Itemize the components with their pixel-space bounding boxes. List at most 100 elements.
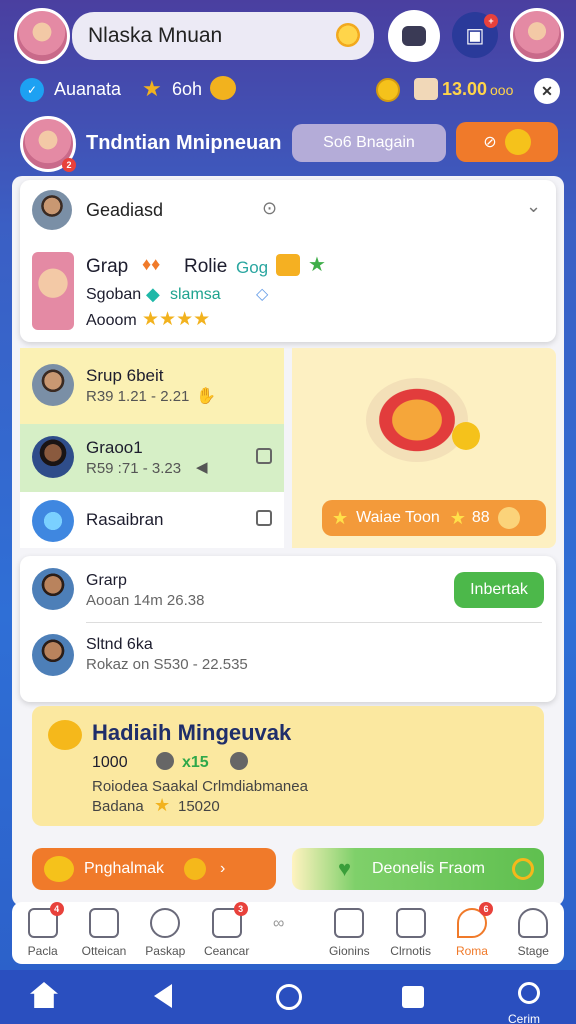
profile-card[interactable]: Geadiasd ⊙ ⌄ Grap ♦♦ Rolie Gog ★ Sgoban … bbox=[20, 180, 556, 342]
emoji-icon bbox=[210, 76, 236, 100]
group-badge: 2 bbox=[62, 158, 76, 172]
list-item-sub: Rokaz on S530 - 22.535 bbox=[86, 656, 248, 673]
treasure-icon bbox=[366, 378, 468, 462]
list-item-avatar bbox=[32, 568, 74, 610]
user-avatar[interactable] bbox=[14, 8, 70, 64]
gift-icon bbox=[414, 78, 438, 100]
gem-icon: ◆ bbox=[146, 284, 160, 304]
invite-button[interactable]: Inbertak bbox=[454, 572, 544, 608]
flag-icon bbox=[334, 908, 365, 938]
list-item[interactable]: Rasaibran bbox=[20, 492, 284, 548]
twitter-icon[interactable]: ✓ bbox=[20, 78, 44, 102]
nav-item[interactable]: Stage bbox=[503, 908, 563, 958]
list-item-title: Srup 6beit bbox=[86, 366, 164, 385]
back-icon[interactable] bbox=[154, 984, 172, 1008]
medal-icon: ★ bbox=[142, 76, 162, 101]
nav-label: Clrnotis bbox=[390, 944, 431, 958]
nav-item[interactable]: Otteican bbox=[74, 908, 134, 958]
calendar-icon: 3 bbox=[211, 902, 248, 938]
info-icon bbox=[230, 752, 248, 770]
chart-icon bbox=[88, 908, 119, 938]
list-item[interactable]: Sltnd 6ka Rokaz on S530 - 22.535 bbox=[20, 626, 556, 686]
reward-line1b: x15 bbox=[182, 754, 209, 771]
promo-button-label: Waiae Toon bbox=[356, 509, 440, 526]
star-icon: ★ bbox=[332, 507, 349, 528]
list-item[interactable]: Grarp Aooan 14m 26.38 Inbertak bbox=[20, 562, 556, 620]
nav-label: Stage bbox=[517, 944, 549, 958]
promo-button[interactable]: ★ Waiae Toon ★ 88 bbox=[322, 500, 546, 536]
friend-avatar[interactable] bbox=[510, 8, 564, 62]
list-item[interactable]: Graoo1 R59 :71 - 3.23 ◀ bbox=[20, 424, 284, 492]
invite-button-label: Inbertak bbox=[470, 581, 528, 598]
nav-label: Paskap bbox=[145, 944, 186, 958]
nav-item[interactable]: ∞ bbox=[258, 915, 318, 951]
nav-item[interactable]: 4 Pacla bbox=[13, 902, 73, 958]
nav-label: Roma bbox=[455, 944, 488, 958]
home-icon: 4 bbox=[27, 902, 64, 938]
bell-icon: ▣ bbox=[465, 24, 485, 47]
list-item[interactable]: Srup 6beit R39 1.21 - 2.21 ✋ bbox=[20, 348, 284, 424]
list-item-sub: R59 :71 - 3.23 bbox=[86, 460, 182, 477]
chevron-down-icon[interactable]: ⌄ bbox=[526, 196, 541, 217]
nav-badge: 3 bbox=[233, 902, 248, 916]
edit-icon[interactable] bbox=[256, 448, 272, 464]
refresh-icon bbox=[512, 858, 534, 880]
home-circle-icon[interactable] bbox=[276, 984, 302, 1010]
recents-icon[interactable] bbox=[402, 986, 424, 1008]
reward-line2: Roiodea Saakal Crlmdiabmanea bbox=[92, 778, 308, 795]
nav-item[interactable]: Paskap bbox=[135, 908, 195, 958]
nav-item-active[interactable]: 6 Roma bbox=[442, 902, 502, 958]
tools-icon bbox=[150, 908, 181, 938]
reward-title: Hadiaih Mingeuvak bbox=[92, 720, 292, 745]
speaker-icon: ◀ bbox=[196, 459, 208, 476]
list-item-title: Sltnd 6ka bbox=[86, 636, 153, 653]
nav-badge: 4 bbox=[49, 902, 64, 916]
coin-suffix: ooo bbox=[490, 82, 514, 98]
nav-label: Otteican bbox=[81, 944, 127, 958]
list-item-title: Grarp bbox=[86, 572, 127, 589]
diamond-icon: ◇ bbox=[256, 286, 269, 303]
hand-icon: ✋ bbox=[196, 388, 216, 405]
card-line1: Grap bbox=[86, 256, 129, 277]
nav-badge: 6 bbox=[478, 902, 493, 916]
name-field[interactable]: Nlaska Mnuan bbox=[72, 12, 374, 60]
close-button[interactable]: ✕ bbox=[534, 78, 560, 104]
list-item-title: Graoo1 bbox=[86, 438, 143, 457]
nav-item[interactable]: 3 Ceancar bbox=[197, 902, 257, 958]
bottom-nav: 4 Pacla Otteican Paskap 3 Ceancar ∞ Gionin… bbox=[12, 902, 564, 964]
orange-action-button[interactable]: ⊘ bbox=[456, 122, 558, 162]
pin-icon: ⊙ bbox=[262, 198, 278, 218]
list-item-sub: R39 1.21 - 2.21 bbox=[86, 388, 190, 405]
coin-icon bbox=[376, 78, 400, 102]
nav-item[interactable]: Clrnotis bbox=[381, 908, 441, 958]
reward-card[interactable]: Hadiaih Mingeuvak 1000 x15 Roiodea Saaka… bbox=[32, 706, 544, 826]
user-nav-label: Cerim bbox=[508, 1012, 540, 1024]
secondary-action-button[interactable]: ♥ Deonelis Fraom bbox=[292, 848, 544, 890]
sparkle-icon: ★ bbox=[308, 254, 326, 276]
reward-line1: 1000 bbox=[92, 754, 128, 771]
user-nav-icon[interactable] bbox=[518, 982, 540, 1004]
list-item-avatar bbox=[32, 634, 74, 676]
coin-stack-icon bbox=[44, 856, 74, 882]
list-item-avatar bbox=[32, 500, 74, 542]
notification-button[interactable]: ▣ + bbox=[452, 12, 498, 58]
cake-icon bbox=[276, 254, 300, 276]
reward-line3b: 15020 bbox=[178, 798, 220, 815]
star-icon: ★ bbox=[449, 507, 466, 528]
badge-icon bbox=[497, 507, 520, 529]
nav-item[interactable]: Gionins bbox=[319, 908, 379, 958]
pin-icon: 6 bbox=[456, 902, 493, 938]
star-icon: ★ bbox=[154, 795, 171, 815]
group-action-button[interactable]: So6 Bnagain bbox=[292, 124, 446, 162]
nav-label: Pacla bbox=[27, 944, 58, 958]
card-line2b: slamsa bbox=[170, 286, 221, 303]
chat-bubble-icon bbox=[184, 858, 207, 880]
name-text: Nlaska Mnuan bbox=[88, 24, 223, 47]
edit-icon[interactable] bbox=[256, 510, 272, 526]
primary-action-button[interactable]: Pnghalmak › bbox=[32, 848, 276, 890]
chevron-right-icon: › bbox=[220, 860, 226, 877]
card-line1b: Rolie bbox=[184, 256, 228, 277]
promo-panel[interactable]: ★ Waiae Toon ★ 88 bbox=[292, 348, 556, 548]
chat-button[interactable] bbox=[388, 10, 440, 62]
secondary-action-label: Deonelis Fraom bbox=[372, 860, 485, 877]
